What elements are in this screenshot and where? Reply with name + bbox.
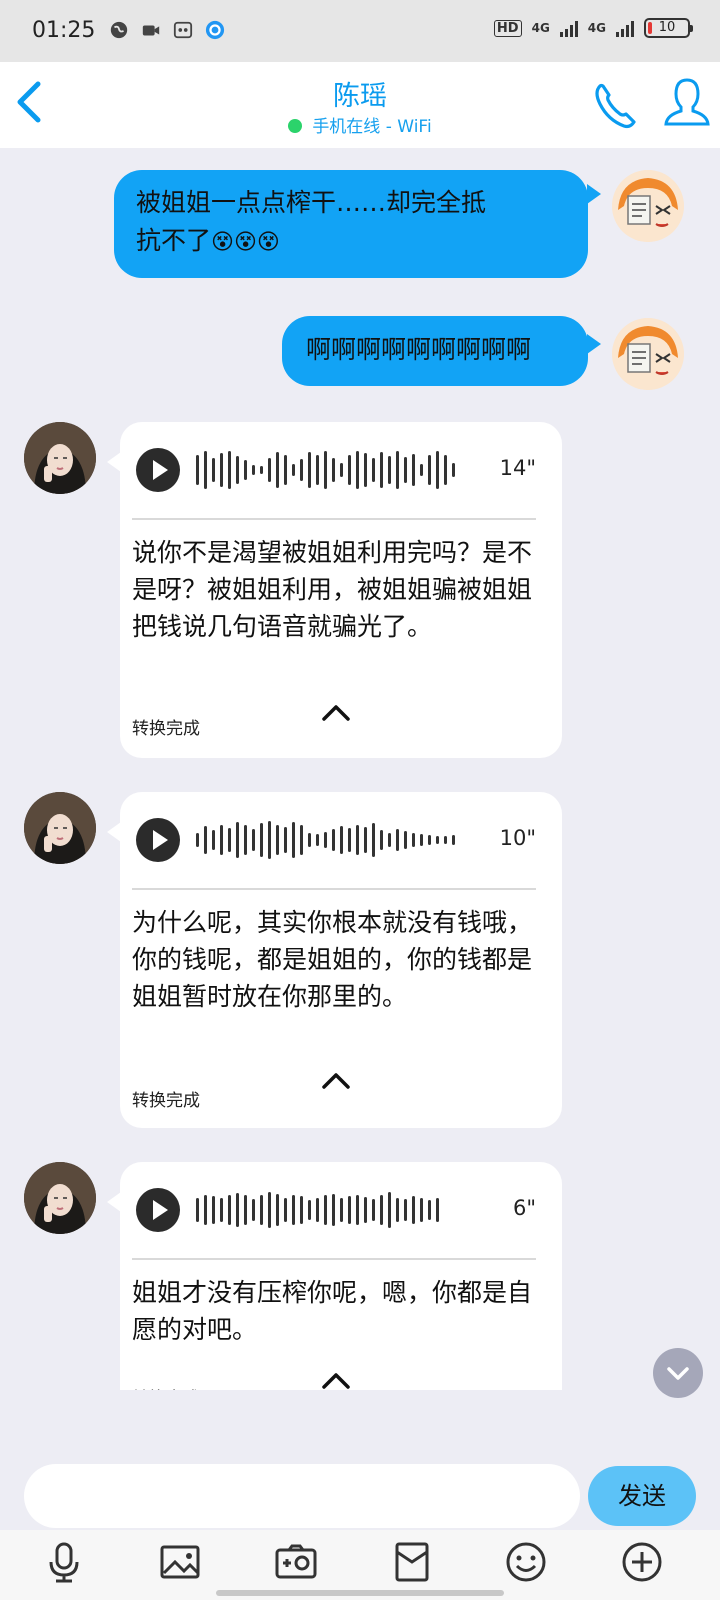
screen-icon <box>173 21 193 39</box>
contact-photo-icon <box>24 1162 96 1234</box>
send-button[interactable]: 发送 <box>588 1466 696 1526</box>
my-avatar[interactable] <box>612 170 684 242</box>
phone-call-icon[interactable] <box>590 76 638 132</box>
profile-icon[interactable] <box>662 74 712 132</box>
outgoing-message[interactable]: 被姐姐一点点榨干……却完全抵 抗不了😵😵😵 <box>114 170 588 278</box>
play-icon[interactable] <box>136 448 180 492</box>
play-icon[interactable] <box>136 1188 180 1232</box>
message-text-line2: 抗不了😵😵😵 <box>136 226 280 255</box>
image-icon[interactable] <box>158 1540 202 1584</box>
microphone-icon[interactable] <box>42 1540 86 1584</box>
contact-avatar[interactable] <box>24 792 96 864</box>
status-bar: 01:25 HD 4G 4G 10 <box>0 0 720 62</box>
online-dot-icon <box>288 119 303 133</box>
play-icon[interactable] <box>136 818 180 862</box>
hd-icon: HD <box>493 19 522 37</box>
status-time: 01:25 <box>32 18 96 43</box>
voice-transcript: 说你不是渴望被姐姐利用完吗？是不是呀？被姐姐利用，被姐姐骗被姐姐把钱说几句语音就… <box>132 538 533 641</box>
contact-photo-icon <box>24 792 96 864</box>
signal-icon <box>559 19 578 37</box>
signal-icon-2 <box>616 19 634 37</box>
emoji-icon[interactable] <box>504 1540 548 1584</box>
anime-girl-avatar-icon <box>612 318 684 390</box>
home-indicator[interactable] <box>216 1590 504 1596</box>
chevron-up-icon[interactable] <box>322 1070 350 1090</box>
conversion-status: 转换完成 <box>132 1091 200 1111</box>
message-input[interactable] <box>24 1464 580 1528</box>
voice-transcript: 姐姐才没有压榨你呢，嗯，你都是自愿的对吧。 <box>132 1278 533 1344</box>
bubble-tail <box>107 452 121 472</box>
status-left-icons <box>108 20 226 40</box>
camera-icon[interactable] <box>274 1540 318 1584</box>
conversion-status: 转换完成 <box>132 719 200 739</box>
contact-avatar[interactable] <box>24 1162 96 1234</box>
scroll-to-bottom-button[interactable] <box>653 1348 703 1398</box>
chat-header: 陈瑶 手机在线 - WiFi <box>0 62 720 148</box>
voice-duration: 6" <box>512 1196 536 1220</box>
app-notification-icon <box>205 20 225 40</box>
chevron-down-icon <box>667 1367 689 1380</box>
chevron-up-icon[interactable] <box>322 1370 350 1390</box>
network-label-1: 4G <box>531 21 550 35</box>
contact-avatar[interactable] <box>24 422 96 494</box>
online-status-text: 手机在线 - WiFi <box>312 117 432 137</box>
anime-girl-avatar-icon <box>612 170 684 242</box>
voice-transcript: 为什么呢，其实你根本就没有钱哦，你的钱呢，都是姐姐的，你的钱都是姐姐暂时放在你那… <box>132 908 533 1011</box>
chevron-up-icon[interactable] <box>322 702 350 722</box>
bubble-tail <box>587 184 601 204</box>
status-right: HD 4G 4G 10 <box>493 18 693 38</box>
divider <box>132 518 536 520</box>
chat-area[interactable]: 被姐姐一点点榨干……却完全抵 抗不了😵😵😵 啊啊啊啊啊啊啊啊啊 14" 说你不是… <box>0 148 720 1420</box>
message-text: 啊啊啊啊啊啊啊啊啊 <box>306 335 532 364</box>
red-packet-icon[interactable] <box>390 1540 434 1584</box>
plus-icon[interactable] <box>620 1540 664 1584</box>
my-avatar[interactable] <box>612 318 684 390</box>
chat-bottom-mask <box>0 1390 720 1420</box>
voice-message-card[interactable]: 6" 姐姐才没有压榨你呢，嗯，你都是自愿的对吧。 转换完成 <box>107 1162 562 1420</box>
voice-message-card[interactable]: 10" 为什么呢，其实你根本就没有钱哦，你的钱呢，都是姐姐的，你的钱都是姐姐暂时… <box>107 792 562 1128</box>
message-text: 被姐姐一点点榨干……却完全抵 <box>136 188 487 217</box>
outgoing-message[interactable]: 啊啊啊啊啊啊啊啊啊 <box>282 316 588 386</box>
network-label-2: 4G <box>587 21 606 35</box>
video-icon <box>142 25 160 36</box>
battery-level: 10 <box>658 20 676 35</box>
bubble-tail <box>107 1192 121 1212</box>
contact-photo-icon <box>24 422 96 494</box>
waveform-icon[interactable] <box>196 820 455 860</box>
voice-message-card[interactable]: 14" 说你不是渴望被姐姐利用完吗？是不是呀？被姐姐利用，被姐姐骗被姐姐把钱说几… <box>107 422 562 758</box>
globe-icon <box>110 21 128 39</box>
waveform-icon[interactable] <box>196 1190 439 1230</box>
divider <box>132 888 536 890</box>
voice-duration: 10" <box>499 826 536 850</box>
battery-icon: 10 <box>644 18 693 38</box>
divider <box>132 1258 536 1260</box>
bubble-tail <box>587 334 601 354</box>
dizzy-emoji-icon: 😵😵😵 <box>211 230 280 255</box>
voice-duration: 14" <box>499 456 536 480</box>
waveform-icon[interactable] <box>196 450 455 490</box>
bubble-tail <box>107 822 121 842</box>
composer: 发送 <box>0 1420 720 1530</box>
